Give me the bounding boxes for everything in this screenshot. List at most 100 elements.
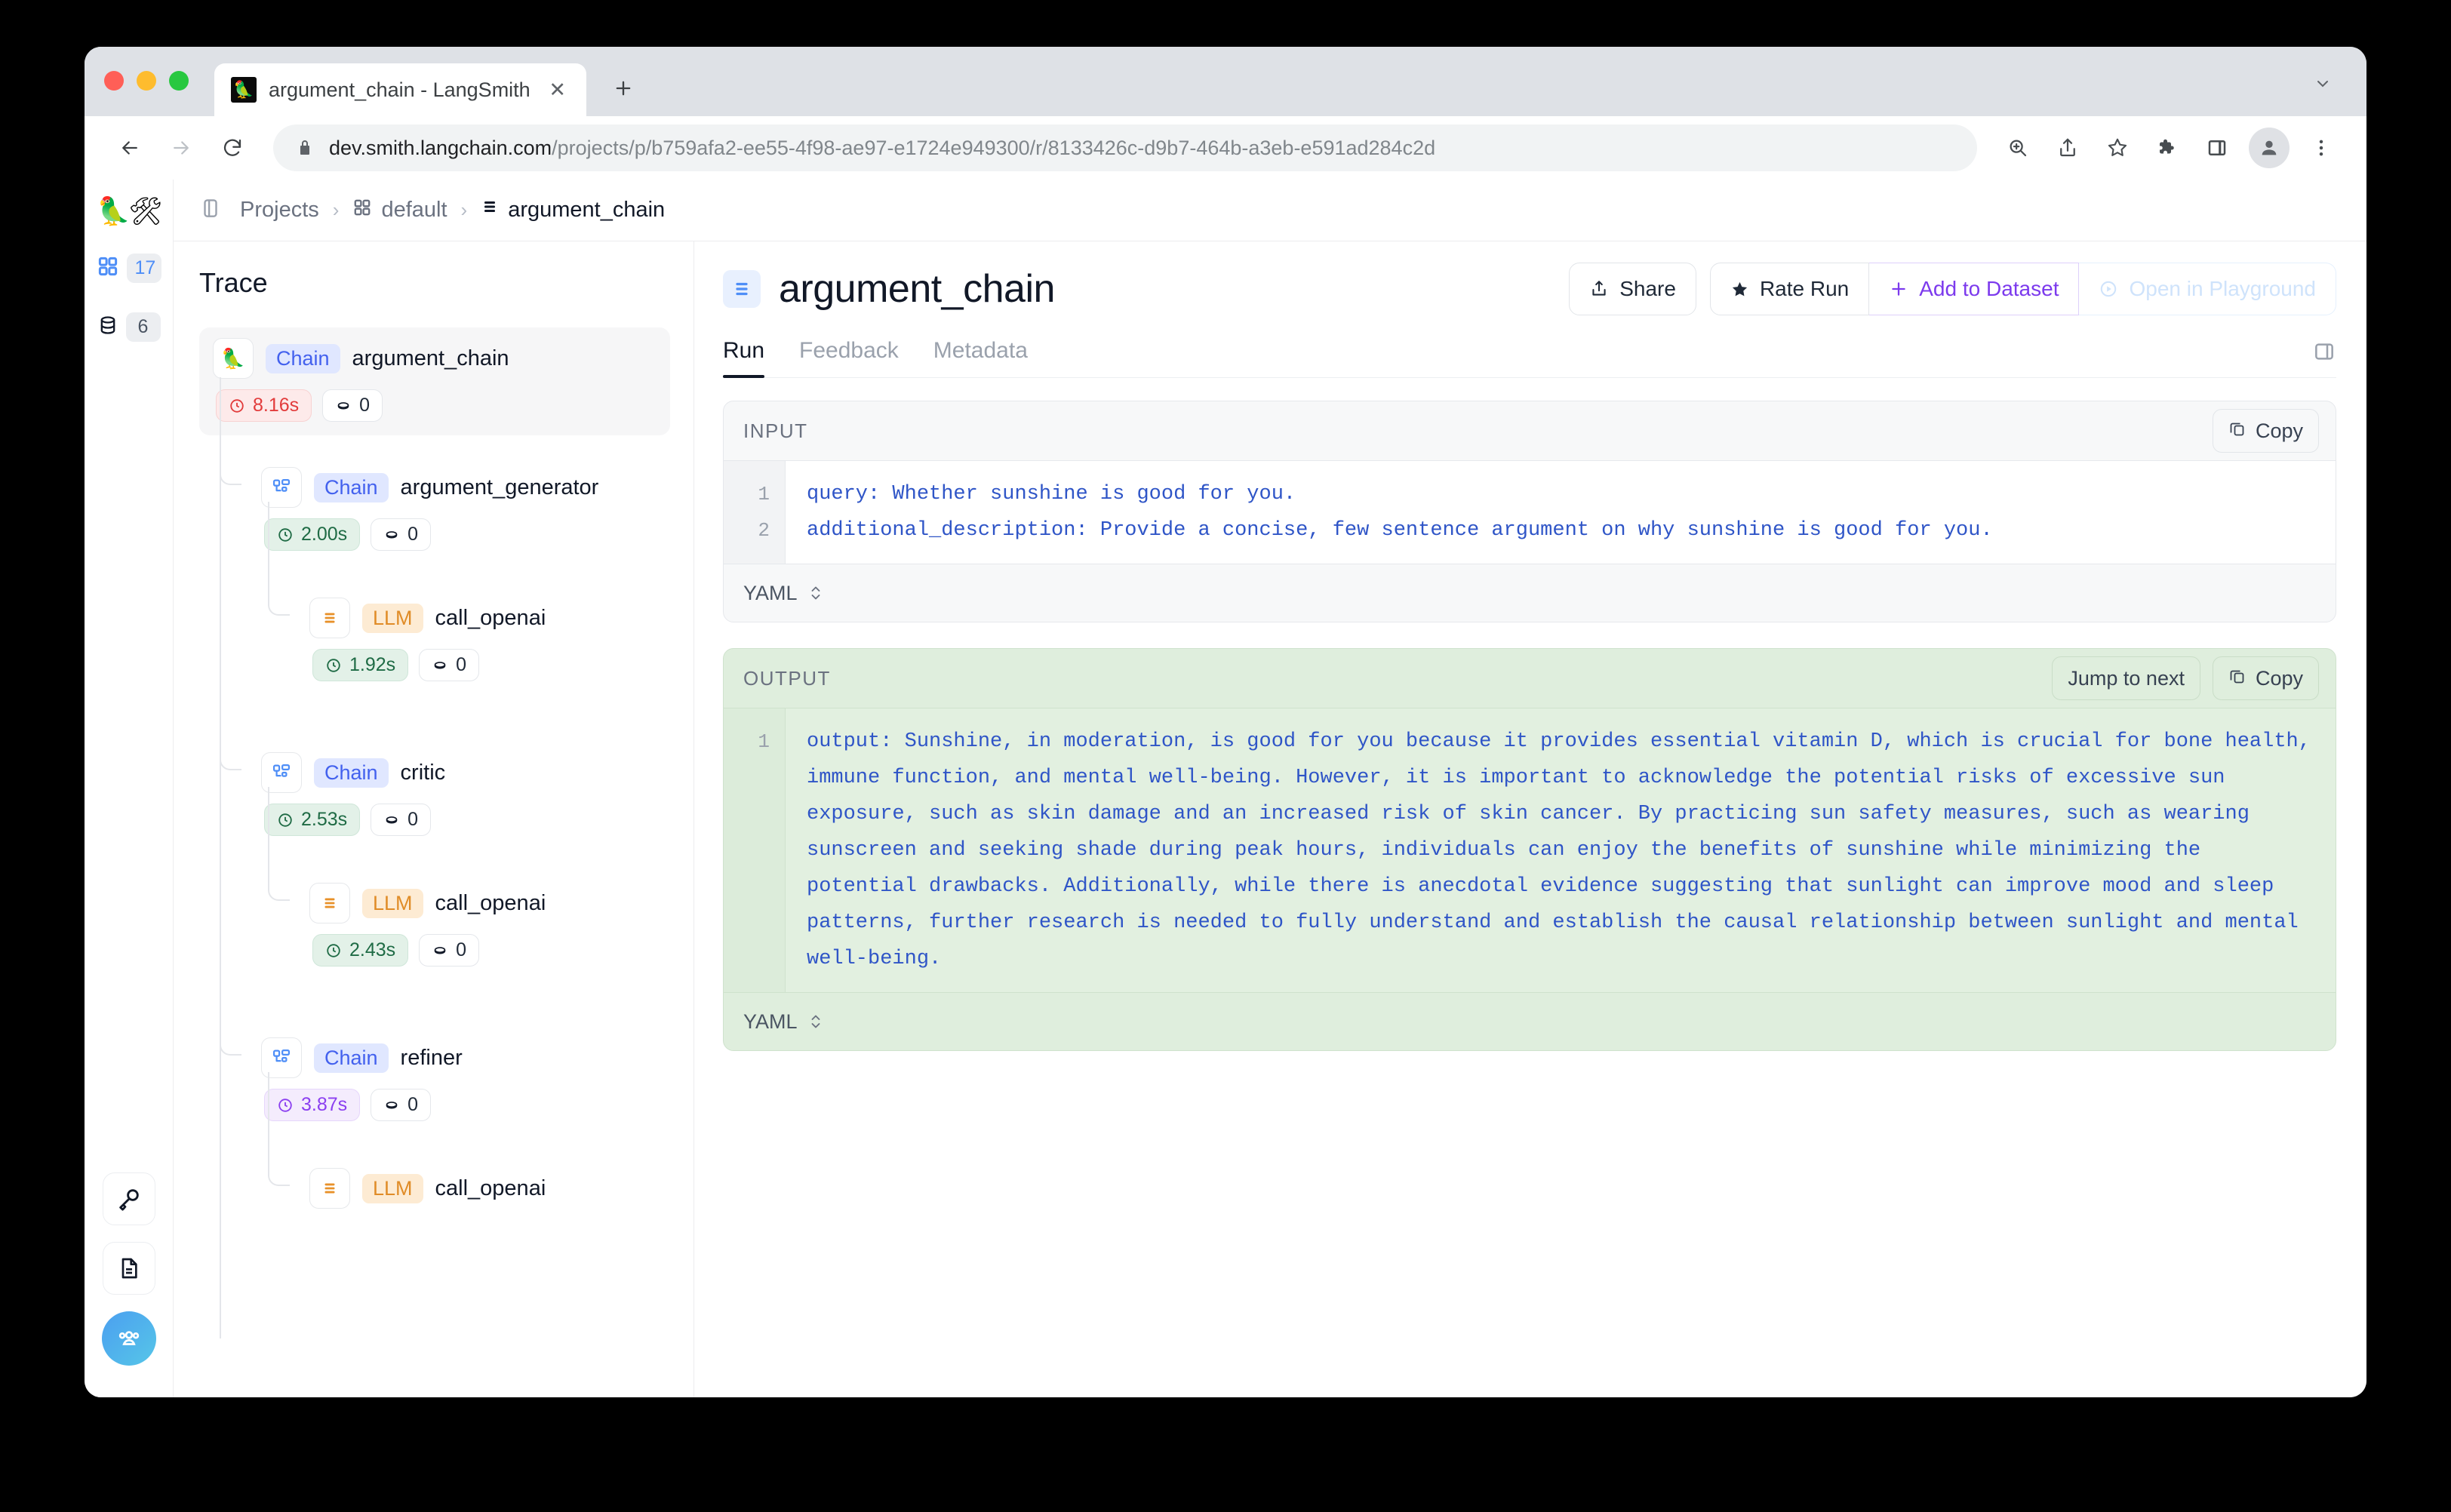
copy-input-button[interactable]: Copy (2213, 409, 2319, 453)
sidebar-item-projects[interactable]: 17 (92, 244, 166, 291)
trace-node-call_openai-3[interactable]: LLM call_openai (296, 1157, 693, 1222)
kebab-menu-icon[interactable] (2299, 125, 2344, 171)
trace-node-critic[interactable]: Chain critic 2.53s (248, 742, 693, 850)
tree-spine (220, 377, 221, 1338)
breadcrumb-separator: › (333, 198, 340, 222)
jump-to-next-button[interactable]: Jump to next (2052, 656, 2200, 700)
address-bar-url: dev.smith.langchain.com/projects/p/b759a… (329, 137, 1435, 160)
open-in-playground-button[interactable]: Open in Playground (2079, 263, 2336, 315)
chevron-updown-icon[interactable] (808, 583, 823, 603)
new-tab-button[interactable] (601, 66, 645, 110)
tab-run[interactable]: Run (723, 338, 764, 377)
share-button-label: Share (1619, 277, 1676, 301)
breadcrumb-default-label: default (381, 198, 447, 223)
trace-node-type-badge: LLM (362, 1174, 423, 1203)
trace-node-name: call_openai (435, 1176, 546, 1201)
trace-node-call_openai-1[interactable]: LLM call_openai 1.92s (296, 587, 693, 695)
close-tab-button[interactable]: ✕ (543, 75, 573, 105)
side-panel-icon[interactable] (2194, 125, 2240, 171)
browser-tab[interactable]: 🦜 argument_chain - LangSmith ✕ (214, 63, 586, 116)
trace-node-content: LLM call_openai 1.92s (296, 587, 565, 695)
profile-avatar-icon[interactable] (2249, 128, 2290, 168)
duration-value: 2.00s (301, 524, 347, 545)
chevron-down-icon[interactable] (2314, 75, 2332, 98)
trace-node-argument_generator[interactable]: Chain argument_generator 2.00s (248, 456, 693, 564)
output-line-numbers: 1 (724, 708, 786, 992)
output-footer: YAML (724, 993, 2336, 1050)
toolbar-actions (1995, 125, 2344, 171)
trace-node-header: Chain argument_generator (261, 467, 598, 508)
sidebar-item-datasets[interactable]: 6 (92, 303, 166, 350)
browser-toolbar: dev.smith.langchain.com/projects/p/b759a… (85, 116, 2366, 180)
token-value: 0 (456, 939, 466, 961)
datasets-database-icon (97, 315, 118, 340)
breadcrumb-projects[interactable]: Projects (240, 198, 319, 223)
minimize-window-button[interactable] (137, 71, 156, 91)
trace-node-name: call_openai (435, 606, 546, 631)
chevron-updown-icon[interactable] (808, 1012, 823, 1031)
copy-output-button[interactable]: Copy (2213, 656, 2319, 700)
trace-node-header: Chain critic (261, 752, 445, 793)
breadcrumb-default-project[interactable]: default (352, 198, 447, 223)
key-icon[interactable] (103, 1172, 155, 1225)
trace-tree: 🦜 Chain argument_chain 8.16s (199, 327, 693, 1222)
share-button[interactable]: Share (1569, 263, 1696, 315)
trace-node-call_openai-2[interactable]: LLM call_openai 2.43s (296, 872, 693, 980)
stacked-lines-icon (481, 198, 499, 223)
tab-metadata[interactable]: Metadata (933, 338, 1028, 377)
trace-node-type-badge: Chain (314, 473, 389, 502)
docs-file-icon[interactable] (103, 1242, 155, 1295)
run-detail-panel: argument_chain Share Rate Run (694, 241, 2366, 1397)
tree-elbow (220, 438, 241, 485)
trace-node-argument_chain[interactable]: 🦜 Chain argument_chain 8.16s (199, 327, 693, 435)
bookmark-star-icon[interactable] (2095, 125, 2140, 171)
window-controls (104, 71, 189, 116)
run-action-group: Rate Run Add to Dataset Open in Playgrou… (1710, 263, 2336, 315)
reload-button[interactable] (210, 125, 255, 171)
main-content: Projects › default › argument_chain (174, 180, 2366, 1397)
projects-grid-icon (97, 255, 119, 281)
share-icon[interactable] (2045, 125, 2090, 171)
input-actions: Copy (2213, 409, 2319, 453)
llm-node-icon (309, 598, 350, 638)
extensions-puzzle-icon[interactable] (2145, 125, 2190, 171)
trace-node-refiner[interactable]: Chain refiner 3.87s (248, 1027, 693, 1135)
organization-people-icon[interactable] (102, 1311, 156, 1366)
grid-icon (352, 198, 372, 223)
trace-node-content: Chain refiner 3.87s (248, 1027, 482, 1135)
trace-node-content: Chain argument_generator 2.00s (248, 456, 618, 564)
back-button[interactable] (107, 125, 152, 171)
duration-value: 2.53s (301, 809, 347, 831)
close-window-button[interactable] (104, 71, 124, 91)
trace-node-metrics: 3.87s 0 (261, 1089, 463, 1121)
trace-node-metrics: 2.53s 0 (261, 804, 445, 836)
trace-node-type-badge: Chain (314, 1043, 389, 1073)
output-format-label: YAML (743, 1010, 798, 1034)
output-code-block: 1 output: Sunshine, in moderation, is go… (724, 708, 2336, 993)
add-to-dataset-button[interactable]: Add to Dataset (1869, 263, 2079, 315)
maximize-window-button[interactable] (169, 71, 189, 91)
trace-node-duration: 1.92s (312, 649, 408, 681)
address-bar[interactable]: dev.smith.langchain.com/projects/p/b759a… (273, 124, 1977, 171)
right-panel-icon[interactable] (2312, 340, 2336, 376)
trace-node-name: argument_chain (352, 346, 509, 371)
trace-node-metrics: 2.00s 0 (261, 518, 598, 551)
output-actions: Jump to next Copy (2052, 656, 2319, 700)
line-number: 1 (724, 476, 785, 512)
forward-button[interactable] (158, 125, 204, 171)
url-host: dev.smith.langchain.com (329, 137, 552, 159)
output-header: OUTPUT Jump to next Copy (724, 649, 2336, 708)
tab-feedback[interactable]: Feedback (799, 338, 899, 377)
sidebar-toggle-icon[interactable] (199, 197, 222, 223)
llm-node-icon (309, 1168, 350, 1209)
tree-elbow (220, 724, 241, 770)
trace-node-header: LLM call_openai (309, 1168, 546, 1209)
trace-node-metrics: 1.92s 0 (309, 649, 546, 681)
trace-node-type-badge: LLM (362, 889, 423, 918)
trace-node-duration: 8.16s (216, 389, 312, 422)
langsmith-logo-icon[interactable]: 🦜🛠 (97, 198, 161, 225)
browser-tab-title: argument_chain - LangSmith (269, 78, 530, 102)
rate-run-button[interactable]: Rate Run (1710, 263, 1869, 315)
zoom-in-icon[interactable] (1995, 125, 2040, 171)
breadcrumb: Projects › default › argument_chain (174, 180, 2366, 241)
